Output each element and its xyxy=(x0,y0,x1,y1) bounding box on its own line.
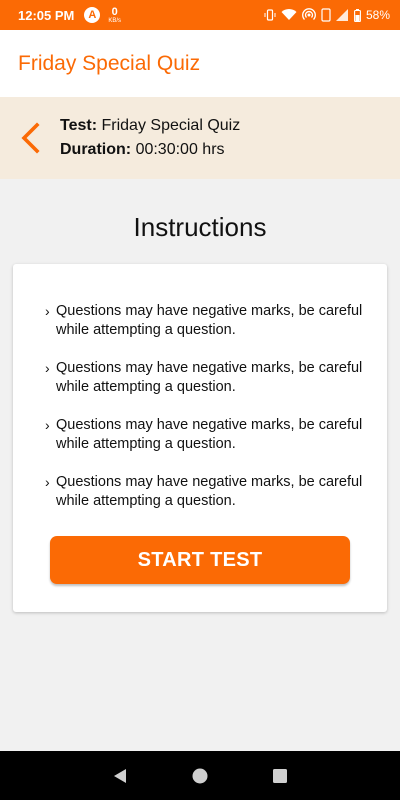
nav-home-button[interactable] xyxy=(180,756,220,796)
instruction-text: Questions may have negative marks, be ca… xyxy=(56,360,363,395)
system-nav-bar xyxy=(0,751,400,800)
duration-row: Duration: 00:30:00 hrs xyxy=(60,138,240,162)
chevron-right-icon: › xyxy=(45,474,50,490)
list-item: › Questions may have negative marks, be … xyxy=(45,359,365,397)
status-time: 12:05 PM xyxy=(18,7,75,23)
chevron-right-icon: › xyxy=(45,360,50,376)
app-notification-icon: A xyxy=(84,7,101,23)
net-speed: 0 KB/s xyxy=(108,5,122,24)
list-item: › Questions may have negative marks, be … xyxy=(45,302,365,340)
list-item: › Questions may have negative marks, be … xyxy=(45,473,365,511)
instruction-text: Questions may have negative marks, be ca… xyxy=(56,303,363,338)
battery-icon xyxy=(354,8,361,22)
back-button[interactable] xyxy=(0,97,60,179)
page-title: Friday Special Quiz xyxy=(18,51,201,75)
test-name: Friday Special Quiz xyxy=(101,117,241,134)
app-bar: Friday Special Quiz xyxy=(0,30,400,97)
instruction-text: Questions may have negative marks, be ca… xyxy=(56,474,363,509)
net-speed-unit: KB/s xyxy=(108,17,122,24)
list-item: › Questions may have negative marks, be … xyxy=(45,416,365,454)
chevron-right-icon: › xyxy=(45,303,50,319)
instructions-list: › Questions may have negative marks, be … xyxy=(45,302,365,530)
instructions-card: › Questions may have negative marks, be … xyxy=(13,264,387,612)
hotspot-icon xyxy=(302,8,316,22)
test-info: Test: Friday Special Quiz Duration: 00:3… xyxy=(60,114,240,162)
phone-icon xyxy=(321,8,331,22)
nav-back-button[interactable] xyxy=(100,756,140,796)
status-bar: 12:05 PM A 0 KB/s 58% xyxy=(0,0,400,30)
duration-value: 00:30:00 hrs xyxy=(135,141,225,158)
net-speed-value: 0 xyxy=(111,5,118,18)
instruction-text: Questions may have negative marks, be ca… xyxy=(56,417,363,452)
nav-recents-button[interactable] xyxy=(260,756,300,796)
recents-square-icon xyxy=(273,768,287,783)
home-circle-icon xyxy=(192,768,208,783)
chevron-right-icon: › xyxy=(45,417,50,433)
signal-icon xyxy=(335,9,349,21)
vibrate-icon xyxy=(264,9,276,21)
test-label: Test: xyxy=(60,117,98,134)
duration-label: Duration: xyxy=(60,141,132,158)
test-name-row: Test: Friday Special Quiz xyxy=(60,114,240,138)
instructions-heading: Instructions xyxy=(133,212,267,242)
back-triangle-icon xyxy=(114,768,126,783)
chevron-left-icon xyxy=(21,122,40,154)
status-icons: 58% xyxy=(264,8,390,22)
start-test-button[interactable]: START TEST xyxy=(50,536,350,584)
wifi-icon xyxy=(281,9,297,21)
test-info-bar: Test: Friday Special Quiz Duration: 00:3… xyxy=(0,97,400,179)
battery-percent: 58% xyxy=(365,8,390,22)
